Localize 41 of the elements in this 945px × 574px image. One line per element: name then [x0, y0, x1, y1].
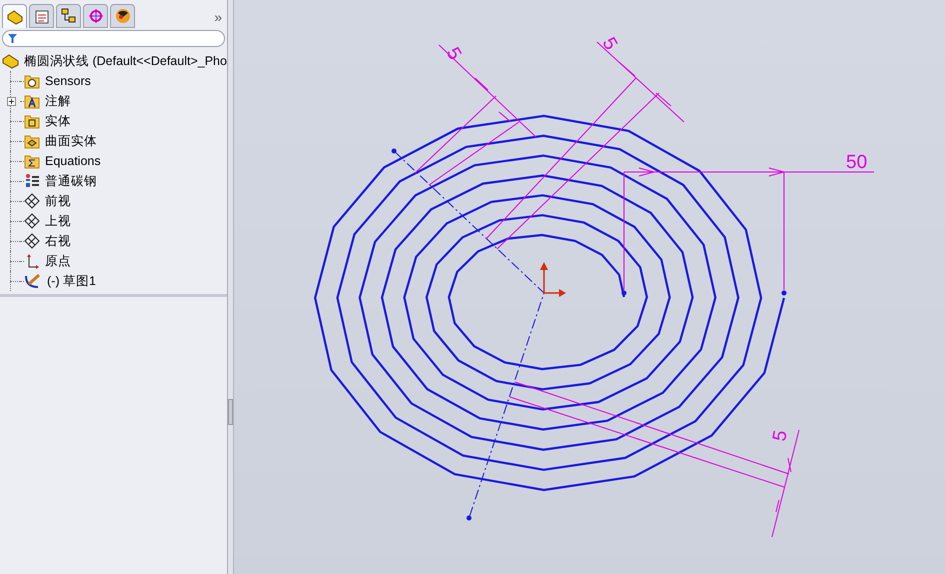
tree-item-label[interactable]: 普通碳钢 [45, 172, 97, 190]
sketch-icon [24, 273, 42, 289]
surface-folder-icon [24, 133, 40, 149]
plane-icon [24, 233, 40, 249]
annotation-folder-icon [24, 93, 40, 109]
tree-item-label[interactable]: 右视 [45, 232, 71, 250]
more-tabs-button[interactable]: » [214, 10, 222, 24]
sphere-icon [114, 8, 130, 24]
hierarchy-icon [60, 8, 76, 24]
part-tree-icon [6, 8, 22, 24]
panel-tab[interactable] [110, 4, 135, 28]
panel-tab[interactable] [29, 4, 54, 28]
crosshair-icon [88, 8, 104, 24]
panel-tab[interactable] [56, 4, 81, 28]
spiral-sketch[interactable] [314, 114, 786, 492]
property-sheet-icon [34, 8, 50, 24]
expand-button[interactable] [6, 96, 16, 106]
equation-folder-icon [24, 153, 40, 169]
tree-item-label[interactable]: 上视 [45, 212, 71, 230]
panel-tab[interactable] [2, 4, 27, 28]
origin-icon [540, 262, 566, 297]
plane-icon [24, 213, 40, 229]
filter-field[interactable] [2, 30, 225, 47]
origin-icon [24, 253, 40, 269]
tree-item-label[interactable]: 曲面实体 [45, 132, 97, 150]
sensor-folder-icon [24, 73, 40, 89]
solid-folder-icon [24, 113, 40, 129]
tree-item-label[interactable]: 实体 [45, 112, 71, 130]
tree-item-label[interactable]: Equations [45, 152, 101, 170]
tree-item-label[interactable]: 注解 [45, 92, 71, 110]
tree-item-label[interactable]: 前视 [45, 192, 71, 210]
tree-item-label[interactable]: 原点 [45, 252, 71, 270]
filter-icon [7, 33, 18, 44]
centerline[interactable] [394, 150, 545, 518]
tree-item-label[interactable]: Sensors [45, 72, 91, 90]
part-icon [2, 54, 19, 68]
tree-root-label[interactable]: 椭圆涡状线 (Default<<Default>_Pho [24, 52, 227, 70]
splitter-handle[interactable] [228, 399, 233, 425]
tree-item-label[interactable]: (-) 草图1 [47, 272, 96, 290]
plane-icon [24, 193, 40, 209]
material-icon [24, 173, 40, 189]
